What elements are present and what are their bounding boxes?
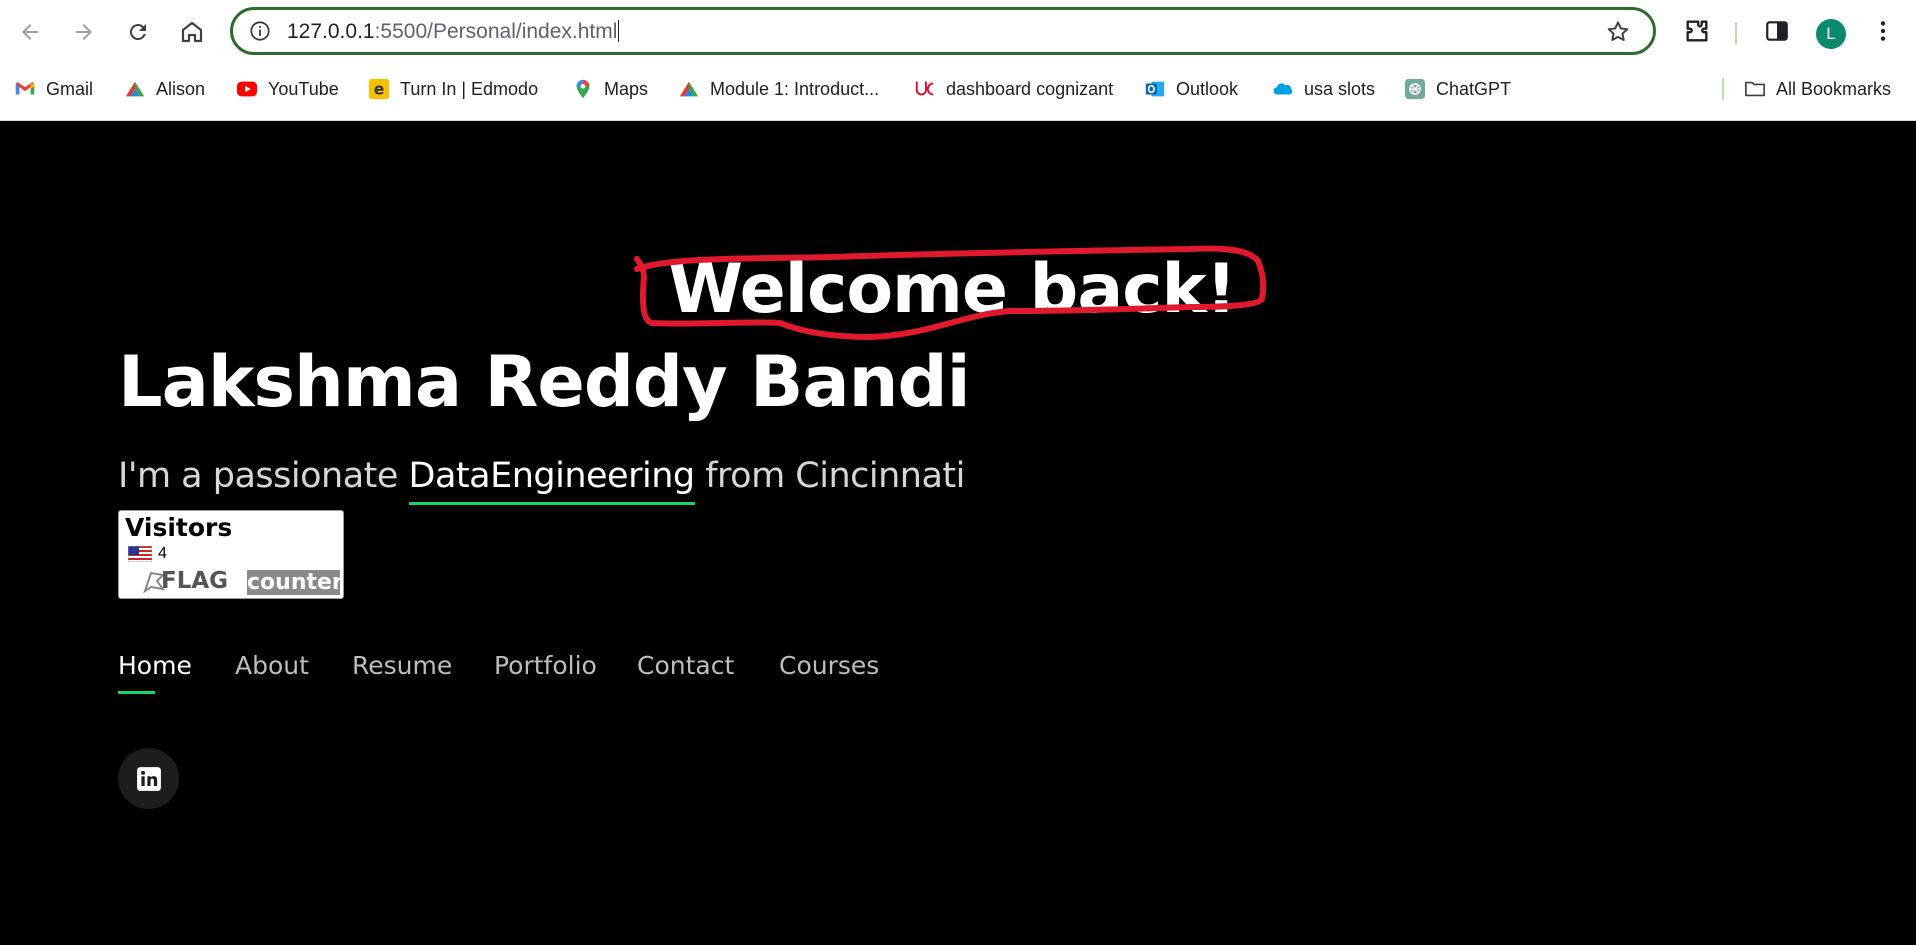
bookmark-dashboard-cognizant[interactable]: dashboard cognizant	[914, 72, 1113, 106]
bookmark-usa-slots[interactable]: usa slots	[1272, 72, 1375, 106]
active-nav-underline	[118, 691, 155, 694]
profile-avatar[interactable]: L	[1816, 19, 1846, 49]
bookmark-label: dashboard cognizant	[946, 78, 1114, 99]
bookmark-label: Module 1: Introduct...	[710, 78, 880, 99]
gmail-icon	[14, 78, 36, 100]
uc-icon	[914, 78, 936, 100]
forward-button[interactable]	[66, 14, 102, 50]
side-panel-icon	[1766, 21, 1788, 41]
puzzle-icon	[1686, 20, 1708, 42]
hero-tagline: I'm a passionate DataEngineering from Ci…	[118, 456, 965, 505]
outlook-icon	[1144, 78, 1166, 100]
flag-counter-brand: FLAG	[161, 568, 229, 594]
bookmark-gmail[interactable]: Gmail	[14, 72, 93, 106]
alison-icon	[678, 78, 700, 100]
bookmark-label: Gmail	[46, 78, 94, 99]
bookmark-label: Maps	[604, 78, 649, 99]
all-bookmarks-button[interactable]: All Bookmarks	[1744, 72, 1891, 106]
arrow-left-icon	[22, 24, 38, 40]
bookmarks-divider	[1722, 78, 1724, 100]
reload-icon	[129, 24, 146, 41]
site-info-icon[interactable]	[249, 20, 271, 42]
youtube-icon	[236, 78, 258, 100]
more-vertical-icon	[1880, 21, 1886, 41]
bookmark-label: Outlook	[1176, 78, 1239, 99]
text-cursor	[618, 20, 620, 42]
bookmark-chatgpt[interactable]: ChatGPT	[1404, 72, 1511, 106]
arrow-right-icon	[76, 24, 92, 40]
nav-home[interactable]: Home	[118, 651, 192, 680]
nav-courses[interactable]: Courses	[779, 651, 879, 680]
all-bookmarks-label: All Bookmarks	[1776, 78, 1892, 99]
edmodo-icon: e	[368, 78, 390, 100]
tagline-suffix: from Cincinnati	[694, 456, 965, 496]
us-flag-icon	[128, 546, 152, 562]
address-bar[interactable]: 127.0.0.1:5500/Personal/index.html	[230, 7, 1656, 55]
typed-role: DataEngineering	[408, 456, 695, 505]
nav-contact[interactable]: Contact	[637, 651, 734, 680]
extensions-button[interactable]	[1682, 16, 1712, 46]
bookmark-label: YouTube	[268, 78, 339, 99]
browser-chrome: 127.0.0.1:5500/Personal/index.html L Gma…	[0, 0, 1916, 121]
flag-counter-title: Visitors	[125, 513, 233, 542]
home-icon	[181, 21, 203, 43]
salesforce-icon	[1272, 78, 1294, 100]
bookmark-module1[interactable]: Module 1: Introduct...	[678, 72, 879, 106]
browser-menu-button[interactable]	[1868, 16, 1898, 46]
visitor-count: 4	[158, 545, 167, 562]
linkedin-icon	[136, 766, 161, 791]
bookmark-alison[interactable]: Alison	[124, 72, 205, 106]
url-path: :5500/Personal/index.html	[374, 20, 618, 43]
url-host: 127.0.0.1	[287, 20, 375, 43]
back-button[interactable]	[12, 14, 48, 50]
bookmark-label: Turn In | Edmodo	[400, 78, 539, 99]
reload-button[interactable]	[120, 14, 156, 50]
toolbar-divider	[1735, 22, 1737, 44]
hero-section: Welcome back! Lakshma Reddy Bandi I'm a …	[0, 121, 1916, 945]
flag-counter-brand-badge: counter	[247, 570, 343, 595]
alison-icon	[124, 78, 146, 100]
bookmark-outlook[interactable]: Outlook	[1144, 72, 1238, 106]
nav-portfolio[interactable]: Portfolio	[494, 651, 597, 680]
linkedin-link[interactable]	[118, 748, 179, 809]
hero-name: Lakshma Reddy Bandi	[118, 341, 971, 423]
chatgpt-icon	[1404, 78, 1426, 100]
home-button[interactable]	[174, 14, 210, 50]
tagline-prefix: I'm a passionate	[118, 456, 409, 496]
bookmark-youtube[interactable]: YouTube	[236, 72, 339, 106]
nav-resume[interactable]: Resume	[352, 651, 452, 680]
side-panel-button[interactable]	[1762, 16, 1792, 46]
bookmark-maps[interactable]: Maps	[572, 72, 648, 106]
bookmark-label: ChatGPT	[1436, 78, 1512, 99]
bookmark-star-icon[interactable]	[1605, 19, 1631, 45]
flag-counter-widget[interactable]: Visitors 4 FLAG counter	[118, 510, 344, 599]
nav-about[interactable]: About	[235, 651, 309, 680]
folder-icon	[1744, 78, 1766, 100]
bookmark-label: usa slots	[1304, 78, 1376, 99]
svg-text:e: e	[374, 81, 385, 99]
bookmarks-bar: Gmail Alison YouTube e Turn In | Edmodo …	[0, 72, 1916, 106]
bookmark-edmodo[interactable]: e Turn In | Edmodo	[368, 72, 538, 106]
maps-icon	[572, 78, 594, 100]
url-text: 127.0.0.1:5500/Personal/index.html	[287, 20, 620, 44]
bookmark-label: Alison	[156, 78, 206, 99]
profile-initial: L	[1826, 24, 1836, 43]
